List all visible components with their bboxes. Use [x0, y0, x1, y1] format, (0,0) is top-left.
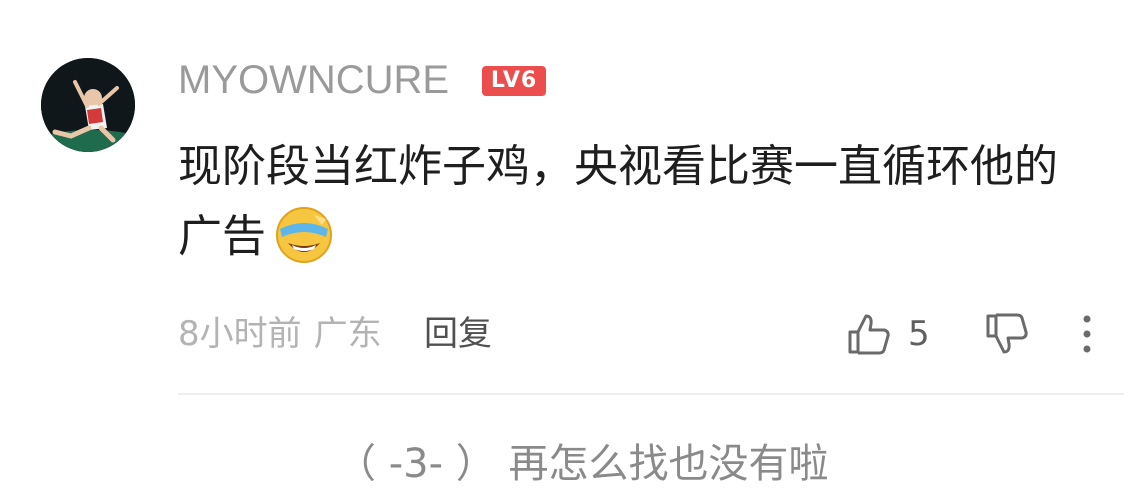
- comment-time: 8小时前: [178, 314, 302, 354]
- thumbs-up-icon[interactable]: [846, 312, 892, 360]
- laugh-cry-emoji-icon: [274, 205, 334, 286]
- username[interactable]: MYOWNCURE: [178, 56, 449, 104]
- divider: [178, 393, 1124, 395]
- avatar[interactable]: [41, 58, 135, 152]
- comment-meta: 8小时前 广东: [178, 312, 382, 356]
- end-of-replies-text: （ -3- ） 再怎么找也没有啦: [336, 441, 829, 487]
- level-badge: LV6: [482, 66, 546, 96]
- thumbs-down-icon[interactable]: [984, 312, 1030, 360]
- reply-button[interactable]: 回复: [424, 312, 492, 356]
- more-options-icon[interactable]: [1080, 314, 1094, 358]
- comment-location: 广东: [313, 314, 382, 354]
- comment-text: 现阶段当红炸子鸡，央视看比赛一直循环他的广告: [178, 132, 1088, 286]
- like-count: 5: [908, 314, 930, 354]
